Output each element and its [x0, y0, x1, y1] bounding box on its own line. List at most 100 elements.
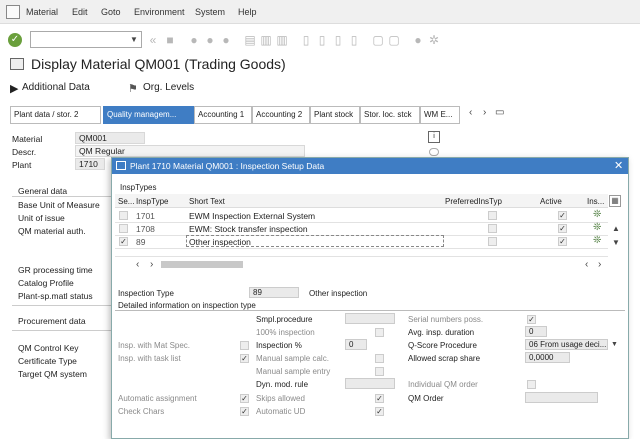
skips-allowed-checkbox[interactable]: ✓ — [375, 394, 384, 403]
qm-control-key-label: QM Control Key — [18, 343, 79, 353]
tab-plant-stock[interactable]: Plant stock — [310, 106, 360, 124]
check-chars-checkbox[interactable]: ✓ — [240, 407, 249, 416]
menu-help[interactable]: Help — [238, 7, 257, 17]
print-icon[interactable]: ▤ — [244, 34, 256, 46]
additional-data-button[interactable]: Additional Data — [22, 82, 90, 93]
first-page-icon[interactable]: ▯ — [300, 34, 312, 46]
material-label: Material — [12, 134, 43, 144]
plant-sp-matl-status-label: Plant-sp.matl status — [18, 291, 93, 301]
column-header-sel[interactable]: Se... — [118, 197, 134, 206]
menu-material[interactable]: Material — [26, 7, 58, 17]
tab-quality-management[interactable]: Quality managem... — [103, 106, 194, 124]
new-session-icon[interactable]: ▢ — [372, 34, 384, 46]
row-select-checkbox[interactable] — [119, 211, 128, 220]
qm-order-label: QM Order — [408, 394, 444, 403]
inspection-setup-icon[interactable]: ❊ — [593, 235, 601, 246]
preferred-checkbox[interactable] — [488, 211, 497, 220]
qm-material-auth-label: QM material auth. — [18, 226, 86, 236]
last-page-icon[interactable]: ▯ — [348, 34, 360, 46]
column-header-insptype[interactable]: InspType — [136, 197, 168, 206]
long-text-icon[interactable]: i — [428, 131, 440, 143]
inspection-setup-icon[interactable]: ❊ — [593, 209, 601, 220]
active-checkbox[interactable]: ✓ — [558, 224, 567, 233]
org-levels-icon[interactable]: ⚑ — [128, 82, 138, 95]
preferred-checkbox[interactable] — [488, 224, 497, 233]
tab-plant-data-stor-2[interactable]: Plant data / stor. 2 — [10, 106, 101, 124]
shortcut-icon[interactable]: ▢ — [388, 34, 400, 46]
insp-with-task-list-checkbox[interactable]: ✓ — [240, 354, 249, 363]
menu-goto[interactable]: Goto — [101, 7, 121, 17]
column-header-ins[interactable]: Ins... — [587, 197, 604, 206]
divider — [12, 196, 112, 197]
tab-wm-e[interactable]: WM E... — [420, 106, 460, 124]
tab-accounting-1[interactable]: Accounting 1 — [194, 106, 252, 124]
catalog-profile-label: Catalog Profile — [18, 278, 74, 288]
target-qm-system-label: Target QM system — [18, 369, 87, 379]
glasses-icon[interactable] — [429, 148, 439, 156]
inspection-setup-icon[interactable]: ❊ — [593, 222, 601, 233]
enter-icon[interactable]: ✓ — [8, 33, 22, 47]
rewind-icon[interactable]: « — [147, 34, 159, 46]
help-icon[interactable]: ● — [412, 34, 424, 46]
scroll-left-icon[interactable]: ‹ — [136, 259, 139, 270]
inspection-pct-label: Inspection % — [256, 341, 302, 350]
cancel-icon[interactable]: ● — [220, 34, 232, 46]
find-next-icon[interactable]: ▥ — [276, 34, 288, 46]
tab-stor-loc-stck[interactable]: Stor. loc. stck — [360, 106, 420, 124]
standard-toolbar: ✓ ▼ « ■ ● ● ● ▤ ▥ ▥ ▯ ▯ ▯ ▯ ▢ ▢ ● ✲ — [0, 25, 640, 55]
sap-window-icon[interactable] — [6, 5, 20, 19]
divider — [12, 330, 112, 331]
short-text-cell: EWM: Stock transfer inspection — [189, 224, 308, 234]
hundred-inspection-checkbox[interactable] — [375, 328, 384, 337]
preferred-checkbox[interactable] — [488, 237, 497, 246]
automatic-assignment-checkbox[interactable]: ✓ — [240, 394, 249, 403]
find-icon[interactable]: ▥ — [260, 34, 272, 46]
inspection-setup-dialog: Plant 1710 Material QM001 : Inspection S… — [111, 157, 629, 439]
scroll-up-icon[interactable]: ▲ — [612, 224, 620, 233]
insp-with-mat-spec-checkbox[interactable] — [240, 341, 249, 350]
active-checkbox[interactable]: ✓ — [558, 211, 567, 220]
scroll-right-icon[interactable]: › — [150, 259, 153, 270]
insptype-cell: 89 — [136, 237, 146, 247]
active-checkbox[interactable]: ✓ — [558, 237, 567, 246]
scroll-left-icon[interactable]: ‹ — [585, 259, 588, 270]
manual-sample-calc-checkbox[interactable] — [375, 354, 384, 363]
close-icon[interactable]: ✕ — [614, 159, 623, 172]
insp-with-task-list-label: Insp. with task list — [118, 354, 181, 363]
serial-numbers-poss-checkbox[interactable]: ✓ — [527, 315, 536, 324]
next-page-icon[interactable]: ▯ — [332, 34, 344, 46]
q-score-procedure-select[interactable]: 06 From usage deci... — [525, 339, 608, 350]
scroll-down-icon[interactable]: ▼ — [612, 238, 620, 247]
exit-icon[interactable]: ● — [204, 34, 216, 46]
row-select-checkbox[interactable] — [119, 224, 128, 233]
chevron-right-icon[interactable]: › — [483, 107, 486, 118]
column-header-preferred[interactable]: PreferredInsTyp — [445, 197, 502, 206]
chevron-left-icon[interactable]: ‹ — [469, 107, 472, 118]
org-levels-button[interactable]: Org. Levels — [143, 82, 194, 93]
command-field[interactable] — [30, 31, 142, 48]
horizontal-scrollbar-thumb[interactable] — [161, 261, 243, 268]
gear-icon[interactable]: ✲ — [428, 34, 440, 46]
row-select-checkbox[interactable]: ✓ — [119, 237, 128, 246]
column-header-active[interactable]: Active — [540, 197, 562, 206]
q-score-procedure-label: Q-Score Procedure — [408, 341, 477, 350]
dyn-mod-rule-field — [345, 378, 395, 389]
chevron-down-icon[interactable]: ▼ — [611, 341, 618, 348]
save-icon[interactable]: ■ — [164, 34, 176, 46]
menu-environment[interactable]: Environment — [134, 7, 185, 17]
additional-data-icon[interactable]: ▶ — [10, 82, 18, 95]
chevron-down-icon[interactable]: ▼ — [130, 35, 138, 44]
column-settings-icon[interactable]: ▦ — [609, 195, 621, 207]
column-header-short-text[interactable]: Short Text — [189, 197, 225, 206]
tab-accounting-2[interactable]: Accounting 2 — [252, 106, 310, 124]
menu-edit[interactable]: Edit — [72, 7, 88, 17]
scroll-right-icon[interactable]: › — [598, 259, 601, 270]
back-icon[interactable]: ● — [188, 34, 200, 46]
automatic-ud-checkbox[interactable]: ✓ — [375, 407, 384, 416]
menu-system[interactable]: System — [195, 7, 225, 17]
manual-sample-entry-checkbox[interactable] — [375, 367, 384, 376]
qm-order-field — [525, 392, 598, 403]
tab-list-icon[interactable]: ▭ — [495, 107, 504, 118]
previous-page-icon[interactable]: ▯ — [316, 34, 328, 46]
individual-qm-order-checkbox[interactable] — [527, 380, 536, 389]
